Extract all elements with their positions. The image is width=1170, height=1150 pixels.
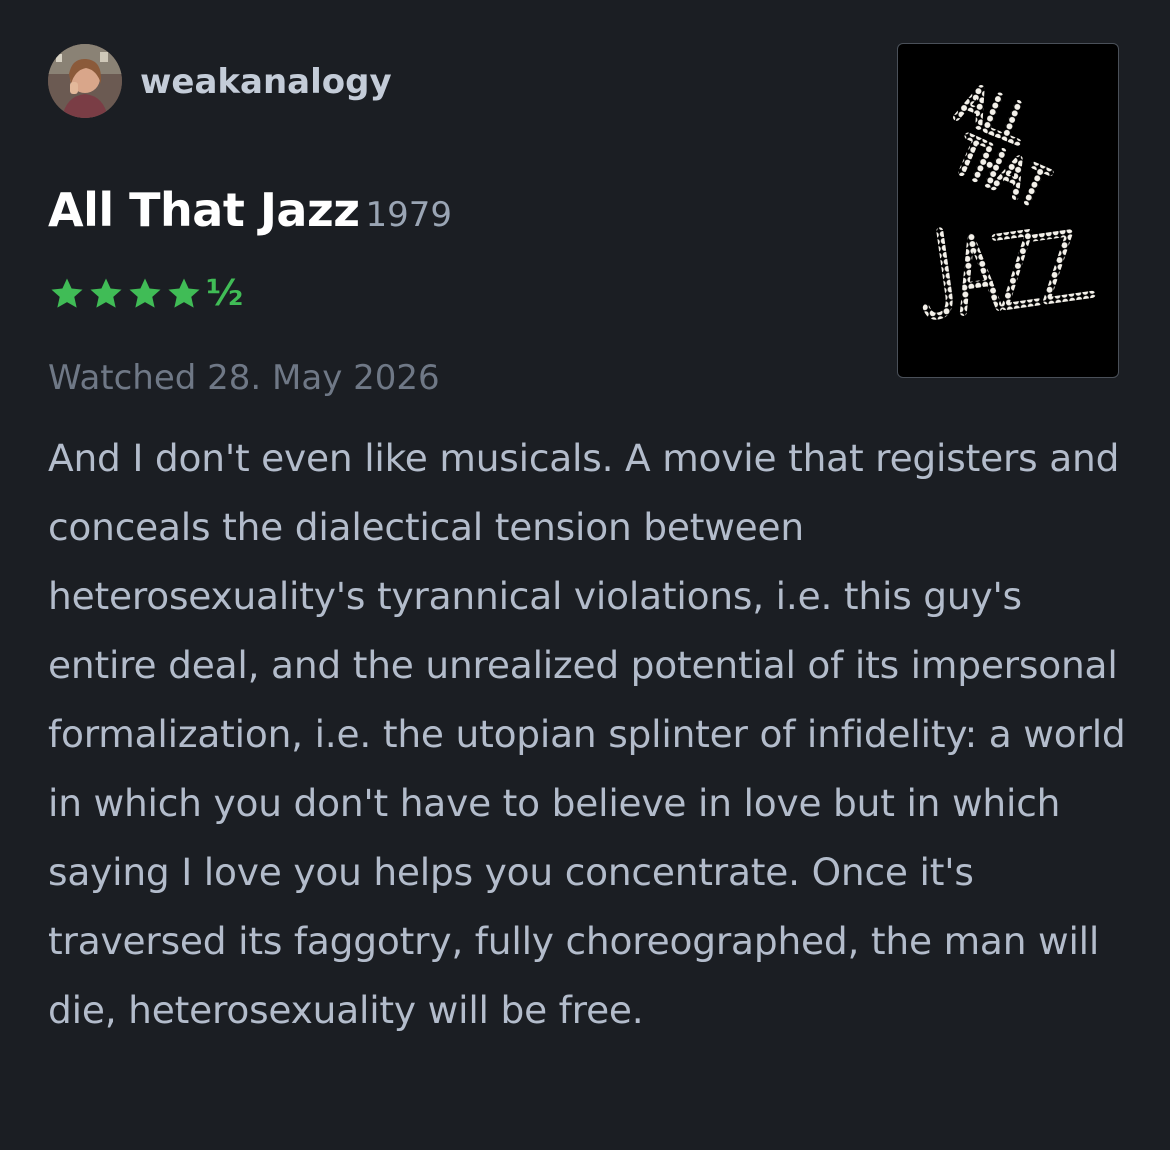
film-title[interactable]: All That Jazz xyxy=(48,183,360,237)
user-avatar[interactable] xyxy=(48,44,122,118)
half-star-icon: ½ xyxy=(206,273,244,314)
film-year[interactable]: 1979 xyxy=(366,195,453,235)
star-icon xyxy=(168,278,200,308)
review-text: And I don't even like musicals. A movie … xyxy=(48,436,1126,1032)
all-that-jazz-logo xyxy=(922,84,1096,320)
star-rating: ½ xyxy=(48,272,243,316)
username[interactable]: weakanalogy xyxy=(140,58,392,106)
star-icon xyxy=(90,278,122,308)
star-icon xyxy=(51,278,83,308)
film-poster[interactable] xyxy=(897,43,1119,378)
film-heading: All That Jazz 1979 xyxy=(48,178,452,253)
watched-date: Watched 28. May 2026 xyxy=(48,358,440,398)
star-icon xyxy=(129,278,161,308)
